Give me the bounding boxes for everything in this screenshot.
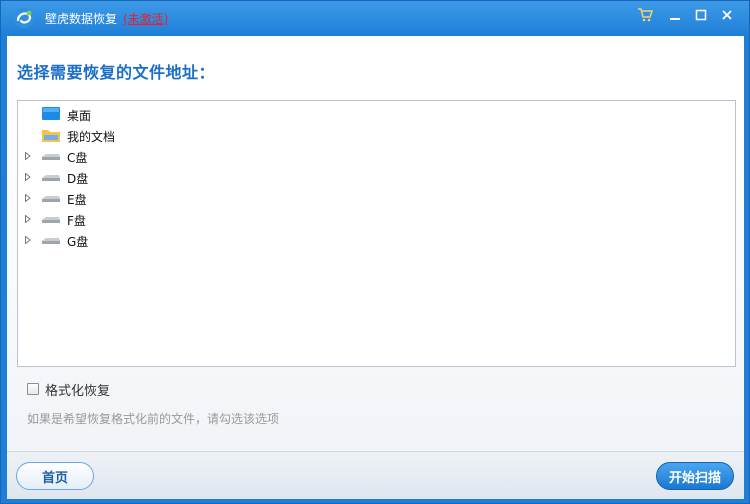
tree-item-label: D盘: [67, 172, 89, 186]
main-content: 选择需要恢复的文件地址： 桌面 我的文档 C盘 D盘 E盘 F盘 G盘 格式化恢…: [7, 36, 744, 451]
window-title: 壁虎数据恢复: [45, 12, 118, 26]
tree-item-drive-g[interactable]: G盘: [18, 230, 318, 250]
page-heading: 选择需要恢复的文件地址：: [17, 63, 216, 82]
maximize-icon: [695, 9, 707, 21]
drive-icon: [42, 238, 60, 244]
desktop-icon: [42, 107, 60, 120]
tree-item-drive-f[interactable]: F盘: [18, 209, 318, 229]
shopping-cart-icon: [638, 8, 653, 22]
home-button[interactable]: 首页: [16, 462, 94, 490]
close-button[interactable]: [715, 5, 739, 25]
tree-item-label: G盘: [67, 235, 89, 249]
drive-icon: [42, 217, 60, 223]
minimize-button[interactable]: [663, 5, 687, 25]
expand-arrow-icon[interactable]: [24, 236, 32, 244]
maximize-button[interactable]: [689, 5, 713, 25]
expand-arrow-icon[interactable]: [24, 194, 32, 202]
tree-item-documents[interactable]: 我的文档: [18, 125, 318, 145]
format-recovery-checkbox[interactable]: [27, 383, 39, 395]
format-recovery-option[interactable]: 格式化恢复: [27, 380, 110, 399]
minimize-icon: [670, 18, 680, 20]
drive-icon: [42, 175, 60, 181]
format-recovery-hint: 如果是希望恢复格式化前的文件，请勾选该选项: [27, 412, 280, 426]
app-window: 壁虎数据恢复 (未激活) 选择需要恢复的文件地址： 桌面 我的文档 C盘 D盘 …: [0, 0, 750, 504]
start-scan-button[interactable]: 开始扫描: [656, 462, 734, 490]
drive-icon: [42, 154, 60, 160]
tree-item-desktop[interactable]: 桌面: [18, 104, 318, 124]
drive-icon: [42, 196, 60, 202]
activation-status-link[interactable]: (未激活): [123, 10, 168, 27]
tree-item-label: 我的文档: [67, 130, 116, 144]
folder-icon: [42, 130, 60, 142]
location-tree[interactable]: 桌面 我的文档 C盘 D盘 E盘 F盘 G盘: [17, 100, 736, 367]
tree-item-drive-d[interactable]: D盘: [18, 167, 318, 187]
cart-button[interactable]: [633, 5, 657, 25]
gecko-logo-icon: [14, 8, 34, 28]
tree-item-drive-c[interactable]: C盘: [18, 146, 318, 166]
tree-item-label: E盘: [67, 193, 87, 207]
expand-arrow-icon[interactable]: [24, 173, 32, 181]
expand-arrow-icon[interactable]: [24, 152, 32, 160]
tree-item-label: C盘: [67, 151, 88, 165]
tree-item-label: F盘: [67, 214, 86, 228]
close-icon: [722, 10, 732, 20]
tree-item-drive-e[interactable]: E盘: [18, 188, 318, 208]
tree-item-label: 桌面: [67, 109, 92, 123]
title-bar[interactable]: 壁虎数据恢复 (未激活): [1, 1, 749, 35]
format-recovery-label[interactable]: 格式化恢复: [45, 380, 110, 399]
footer-bar: 首页 开始扫描: [7, 451, 744, 499]
expand-arrow-icon[interactable]: [24, 215, 32, 223]
